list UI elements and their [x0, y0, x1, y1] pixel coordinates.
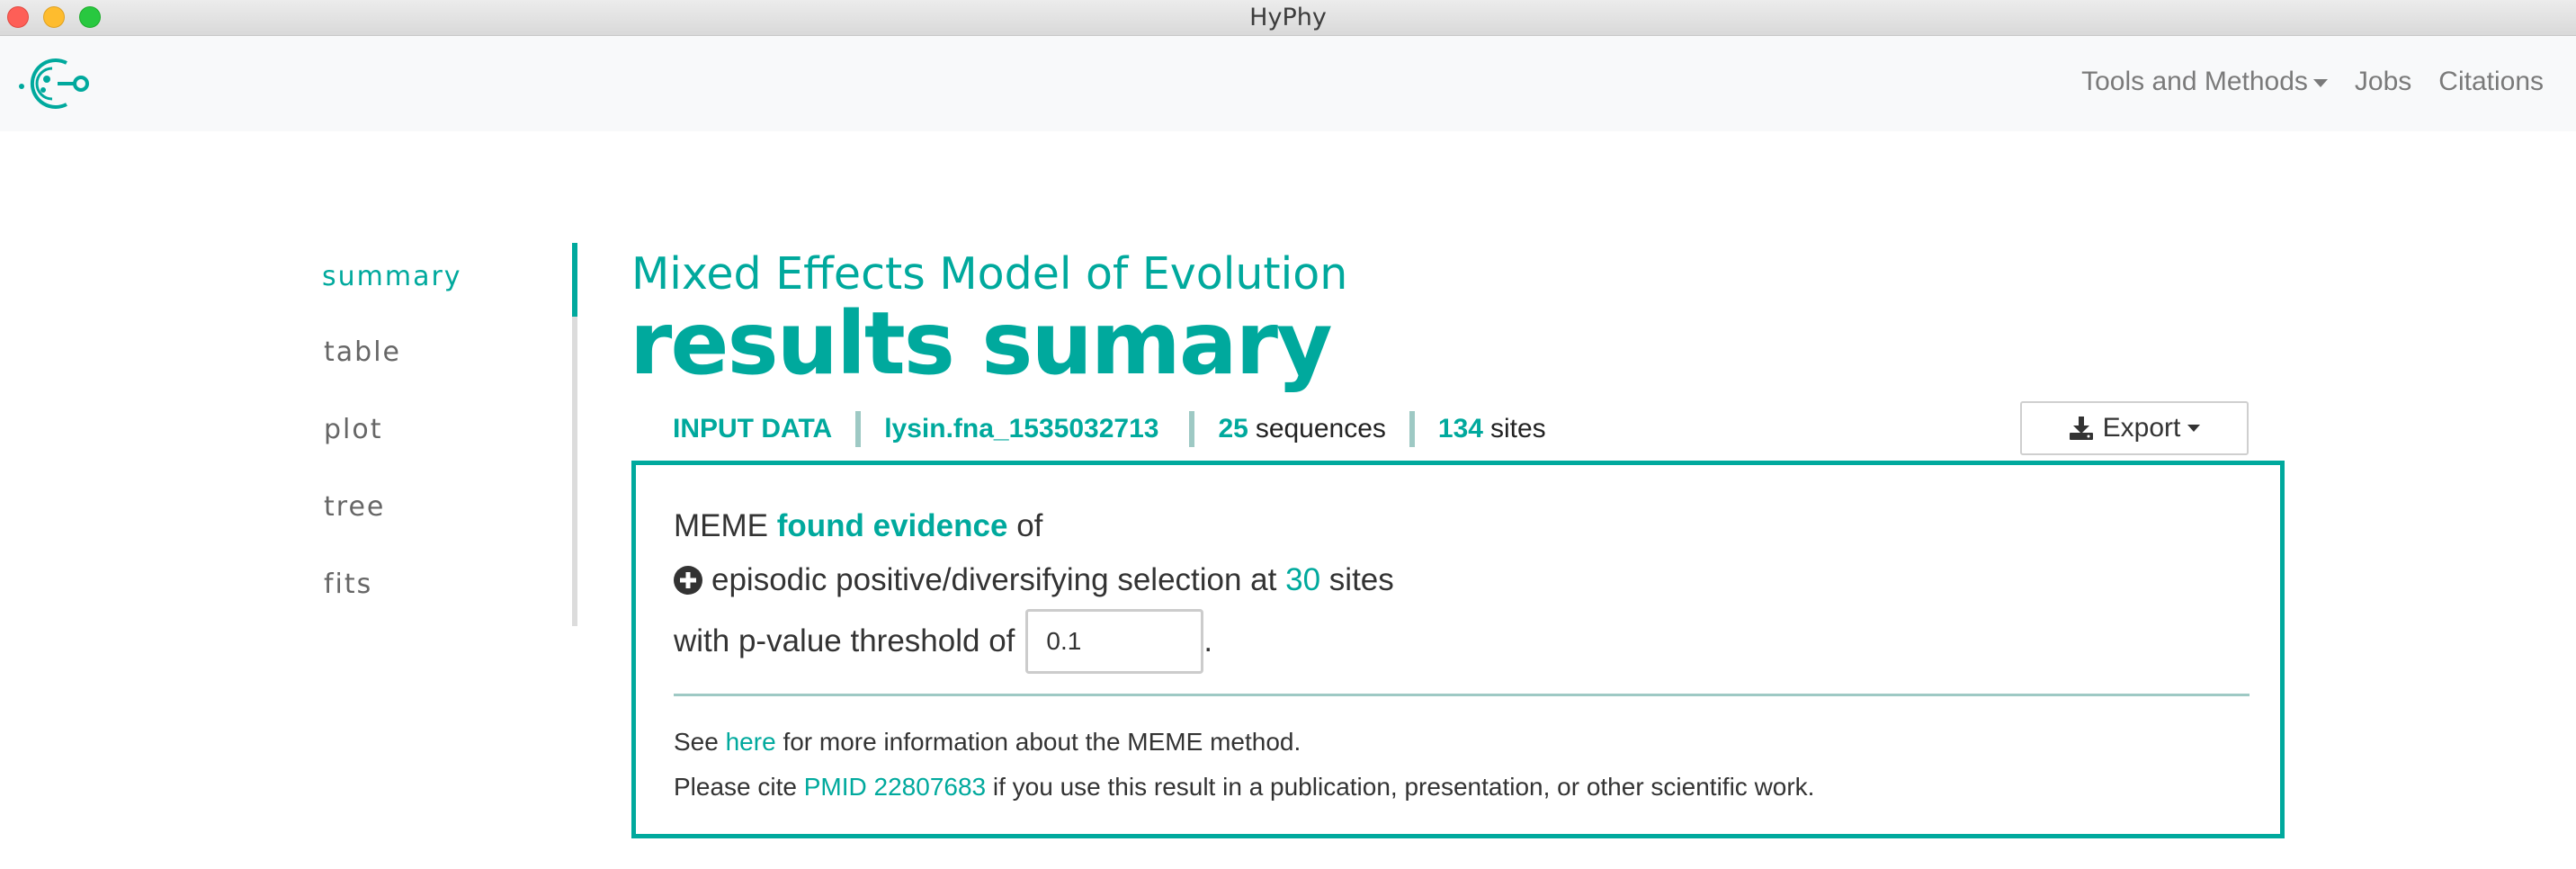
info-prefix: See: [674, 728, 719, 756]
separator: [855, 411, 862, 447]
sites-label: sites: [1489, 414, 1546, 443]
cite-prefix: Please cite: [674, 773, 797, 801]
summary-line-2: episodic positive/diversifying selection…: [674, 562, 1394, 598]
pvalue-threshold-input[interactable]: [1025, 609, 1204, 674]
export-button-label: Export: [2102, 413, 2181, 443]
nav-jobs[interactable]: Jobs: [2355, 67, 2411, 97]
download-icon: [2069, 417, 2093, 440]
separator: [1409, 411, 1415, 447]
cite-suffix: if you use this result in a publication,…: [992, 773, 1815, 801]
window-title: HyPhy: [1249, 4, 1327, 31]
selected-sites-count: 30: [1285, 562, 1321, 597]
nav-tools-and-methods[interactable]: Tools and Methods: [2081, 67, 2328, 97]
summary-line-1: MEME found evidence of: [674, 508, 1042, 544]
sequences-label: sequences: [1255, 414, 1386, 443]
summary-line-3: with p-value threshold of .: [674, 609, 1212, 674]
export-button[interactable]: Export: [2020, 401, 2249, 455]
info-line: See here for more information about the …: [674, 728, 1301, 757]
window-titlebar: HyPhy: [0, 0, 2576, 36]
caret-down-icon: [2312, 78, 2328, 87]
input-data-label: INPUT DATA: [673, 414, 833, 443]
nav-tools-and-methods-label: Tools and Methods: [2081, 67, 2308, 96]
sidenav-item-table[interactable]: table: [324, 336, 401, 368]
input-data-row: INPUT DATA lysin.fna_1535032713 25 seque…: [673, 407, 1546, 452]
nav-citations[interactable]: Citations: [2438, 67, 2544, 97]
page-title: results sumary: [630, 293, 1333, 394]
info-suffix: for more information about the MEME meth…: [783, 728, 1301, 756]
plus-circle-icon: [674, 566, 702, 595]
pvalue-label: with p-value threshold of: [674, 623, 1015, 658]
sidenav-item-fits[interactable]: fits: [324, 569, 372, 600]
sites-count: 134: [1437, 414, 1483, 443]
input-filename: lysin.fna_1535032713: [884, 414, 1159, 443]
period: .: [1203, 623, 1213, 658]
sidenav-active-indicator: [572, 243, 577, 317]
summary-panel: MEME found evidence of episodic positive…: [631, 461, 2285, 838]
sites-suffix: sites: [1328, 562, 1394, 597]
divider: [674, 694, 2250, 696]
sidenav-item-summary[interactable]: summary: [322, 261, 462, 292]
hyphy-logo-icon[interactable]: [16, 52, 94, 115]
cite-line: Please cite PMID 22807683 if you use thi…: [674, 773, 1814, 802]
summary-of: of: [1016, 508, 1043, 543]
top-navbar: Tools and Methods Jobs Citations: [0, 36, 2576, 131]
summary-found-evidence: found evidence: [776, 508, 1008, 543]
summary-method: MEME: [674, 508, 768, 543]
sidenav-item-tree[interactable]: tree: [324, 491, 385, 523]
side-navigation: summary table plot tree fits: [315, 243, 577, 626]
sequences-count: 25: [1218, 414, 1248, 443]
separator: [1189, 411, 1195, 447]
caret-down-icon: [2187, 425, 2201, 432]
more-info-link[interactable]: here: [726, 728, 776, 756]
selection-text: episodic positive/diversifying selection…: [711, 562, 1277, 597]
sidenav-item-plot[interactable]: plot: [324, 414, 383, 445]
page-subtitle: Mixed Effects Model of Evolution: [631, 248, 1348, 300]
pmid-link[interactable]: PMID 22807683: [804, 773, 986, 801]
